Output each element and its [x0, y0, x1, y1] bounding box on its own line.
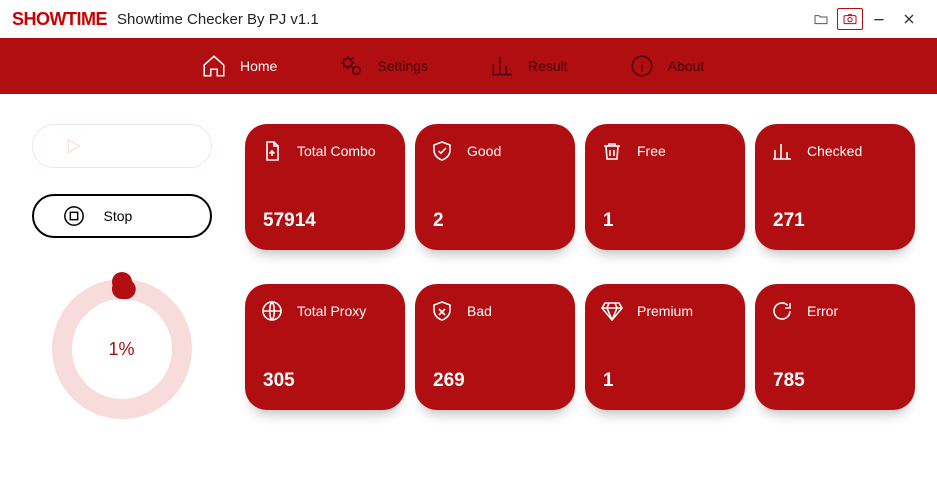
card-label: Free — [637, 143, 666, 159]
card-value: 1 — [599, 370, 733, 396]
card-label: Checked — [807, 143, 862, 159]
globe-icon — [259, 298, 285, 324]
stats-grid: Total Combo 57914 Good 2 Free 1 — [245, 124, 915, 424]
card-value: 2 — [429, 210, 563, 236]
card-label: Total Combo — [297, 143, 376, 159]
card-value: 269 — [429, 370, 563, 396]
close-button[interactable] — [895, 7, 923, 31]
start-button[interactable] — [32, 124, 212, 168]
trash-icon — [599, 138, 625, 164]
nav-about-label: About — [668, 58, 705, 74]
nav-result-label: Result — [528, 58, 568, 74]
result-icon — [488, 52, 516, 80]
nav-settings[interactable]: Settings — [337, 52, 428, 80]
stop-button[interactable]: Stop — [32, 194, 212, 238]
card-value: 271 — [769, 210, 903, 236]
card-label: Good — [467, 143, 501, 159]
shield-x-icon — [429, 298, 455, 324]
card-bad: Bad 269 — [415, 284, 575, 410]
card-good: Good 2 — [415, 124, 575, 250]
main-area: Stop 1% Total Combo 57914 — [0, 94, 937, 434]
card-label: Total Proxy — [297, 303, 366, 319]
brand-logo: SHOWTIME — [12, 9, 107, 30]
shield-check-icon — [429, 138, 455, 164]
card-free: Free 1 — [585, 124, 745, 250]
progress-percent-label: 1% — [47, 274, 197, 424]
nav-home[interactable]: Home — [200, 52, 277, 80]
progress-donut: 1% — [47, 274, 197, 424]
app-title: Showtime Checker By PJ v1.1 — [117, 11, 319, 28]
card-error: Error 785 — [755, 284, 915, 410]
about-icon — [628, 52, 656, 80]
stop-icon — [62, 204, 86, 228]
folder-icon[interactable] — [807, 7, 835, 31]
card-value: 57914 — [259, 210, 393, 236]
refresh-icon — [769, 298, 795, 324]
diamond-icon — [599, 298, 625, 324]
minimize-button[interactable] — [865, 7, 893, 31]
nav-settings-label: Settings — [377, 58, 428, 74]
controls-column: Stop 1% — [22, 124, 221, 424]
camera-icon[interactable] — [837, 8, 863, 30]
card-total-combo: Total Combo 57914 — [245, 124, 405, 250]
upload-file-icon — [259, 138, 285, 164]
card-label: Bad — [467, 303, 492, 319]
card-label: Error — [807, 303, 838, 319]
card-checked: Checked 271 — [755, 124, 915, 250]
bars-icon — [769, 138, 795, 164]
nav-result[interactable]: Result — [488, 52, 568, 80]
nav-home-label: Home — [240, 58, 277, 74]
settings-icon — [337, 52, 365, 80]
card-value: 305 — [259, 370, 393, 396]
card-total-proxy: Total Proxy 305 — [245, 284, 405, 410]
card-value: 785 — [769, 370, 903, 396]
card-value: 1 — [599, 210, 733, 236]
stop-label: Stop — [104, 208, 133, 224]
nav-about[interactable]: About — [628, 52, 705, 80]
title-bar: SHOWTIME Showtime Checker By PJ v1.1 — [0, 0, 937, 38]
play-icon — [61, 134, 85, 158]
card-premium: Premium 1 — [585, 284, 745, 410]
card-label: Premium — [637, 303, 693, 319]
nav-bar: Home Settings Result About — [0, 38, 937, 94]
home-icon — [200, 52, 228, 80]
